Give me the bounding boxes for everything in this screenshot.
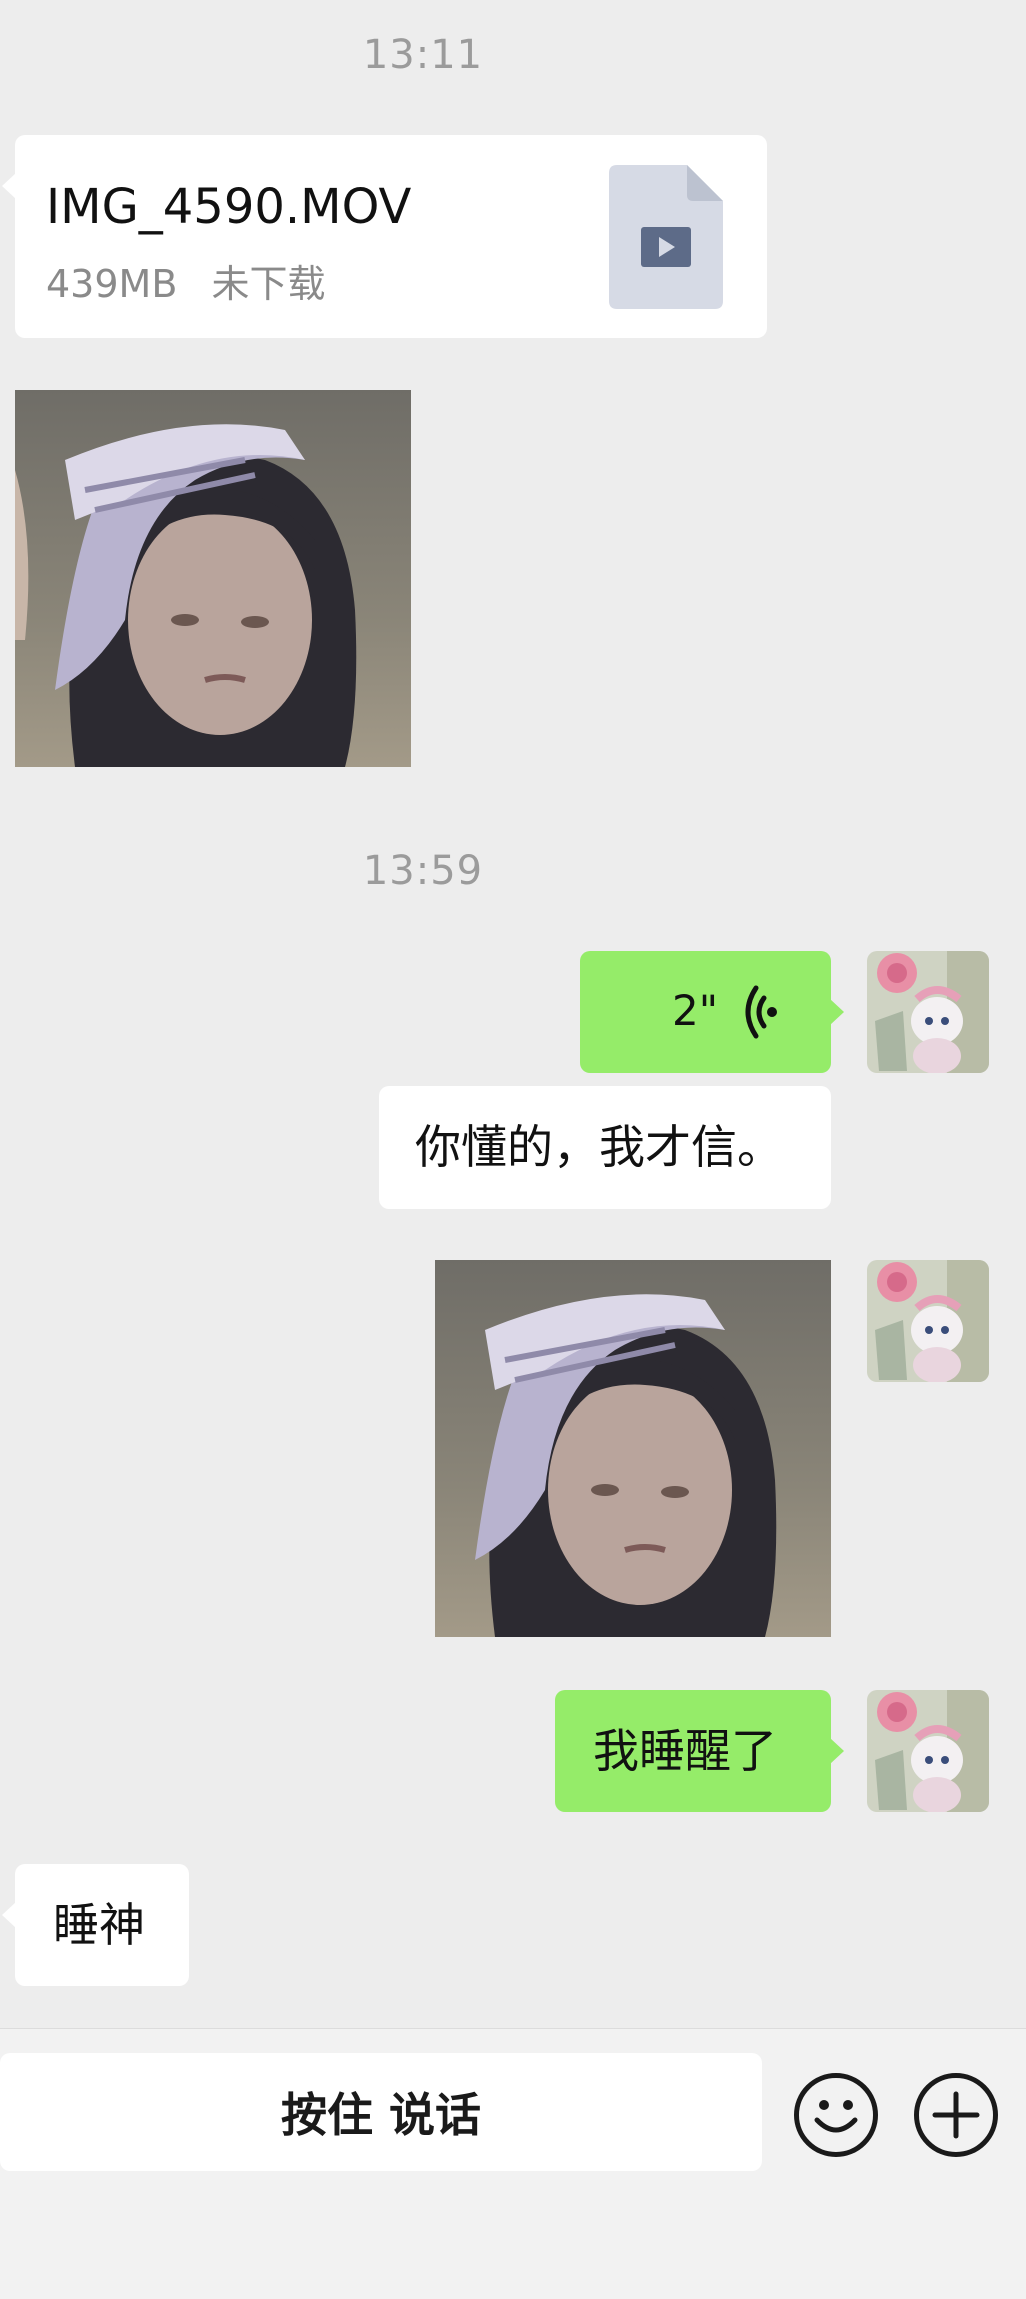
- emoji-icon[interactable]: [794, 2073, 878, 2157]
- file-name: IMG_4590.MOV: [46, 179, 412, 235]
- file-message-bubble[interactable]: IMG_4590.MOV 439MB 未下载: [2, 135, 767, 338]
- video-file-icon: [609, 165, 723, 309]
- my-avatar[interactable]: [867, 1690, 989, 1812]
- message-text: 睡神: [53, 1898, 145, 1952]
- message-text: 你懂的，我才信。: [415, 1120, 783, 1174]
- message-bubble[interactable]: 你懂的，我才信。: [379, 1086, 831, 1209]
- file-status: 未下载: [211, 262, 326, 306]
- timestamp: 13:11: [362, 32, 484, 78]
- message-text: 我睡醒了: [593, 1724, 777, 1778]
- plus-icon[interactable]: [914, 2073, 998, 2157]
- voice-wave-icon: [740, 984, 784, 1040]
- received-photo[interactable]: [15, 390, 411, 767]
- my-avatar[interactable]: [867, 951, 989, 1073]
- sent-photo[interactable]: [435, 1260, 831, 1637]
- file-size: 439MB: [46, 262, 178, 306]
- voice-duration: 2": [672, 986, 719, 1035]
- my-avatar[interactable]: [867, 1260, 989, 1382]
- file-meta: 439MB 未下载: [46, 253, 326, 308]
- received-message-bubble[interactable]: 睡神: [2, 1864, 189, 1986]
- timestamp: 13:59: [362, 848, 484, 894]
- voice-message-bubble[interactable]: 2": [580, 951, 844, 1073]
- input-bar: 按住 说话: [0, 2028, 1026, 2299]
- hold-to-talk-button[interactable]: 按住 说话: [0, 2053, 762, 2171]
- sent-message-bubble[interactable]: 我睡醒了: [555, 1690, 844, 1812]
